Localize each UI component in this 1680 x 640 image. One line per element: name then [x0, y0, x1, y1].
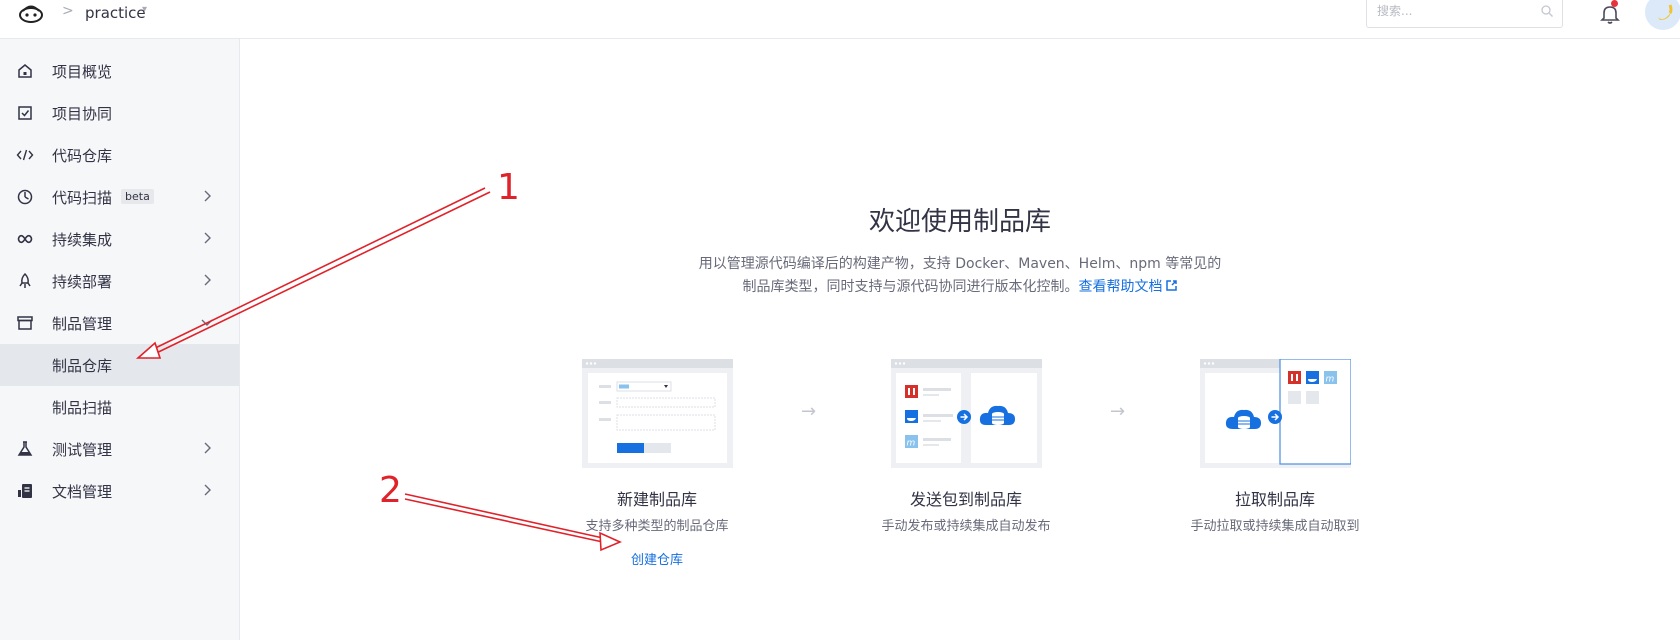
project-name[interactable]: practice — [85, 4, 146, 22]
box-icon — [17, 316, 33, 330]
doc-icon — [18, 484, 32, 498]
step-push-package: m 发送包到制品库 手动发布或持续集成自动发布 — [850, 39, 1082, 640]
sidebar-item-artifacts[interactable]: 制品管理 — [0, 302, 239, 344]
create-repo-illustration — [582, 359, 733, 468]
sidebar-item-label: 持续部署 — [52, 273, 113, 291]
step-description: 手动发布或持续集成自动发布 — [881, 519, 1051, 534]
breadcrumb-separator: > — [62, 3, 74, 19]
step-title: 发送包到制品库 — [909, 490, 1022, 509]
sidebar-item-collaboration[interactable]: 项目协同 — [0, 92, 239, 134]
chevron-right-icon — [204, 442, 211, 454]
annotation-label-1: 1 — [497, 167, 520, 208]
beta-badge: beta — [121, 189, 154, 204]
sidebar-item-docs[interactable]: 文档管理 — [0, 470, 239, 512]
check-square-icon — [18, 106, 32, 120]
sidebar-item-label: 项目协同 — [52, 105, 113, 123]
top-bar: > practice ▾ — [0, 0, 1680, 39]
logo-icon[interactable] — [17, 1, 45, 25]
search-icon[interactable] — [1540, 4, 1554, 18]
sidebar-item-label: 代码仓库 — [52, 147, 113, 165]
avatar[interactable] — [1645, 0, 1680, 30]
sidebar-item-testing[interactable]: 测试管理 — [0, 428, 239, 470]
step-pull-repo: m 拉取制品库 手动拉取或持续集成自动取到 — [1159, 39, 1391, 640]
sidebar-item-label: 持续集成 — [52, 231, 113, 249]
step-title: 新建制品库 — [616, 490, 697, 509]
annotation-label-2: 2 — [379, 470, 402, 511]
sidebar-item-cd[interactable]: 持续部署 — [0, 260, 239, 302]
flask-icon — [17, 441, 33, 456]
chevron-down-icon — [201, 319, 213, 326]
caret-down-icon[interactable]: ▾ — [142, 4, 147, 15]
sidebar-item-label: 制品管理 — [52, 315, 113, 333]
pull-repo-illustration: m — [1200, 359, 1351, 468]
sidebar-item-label: 制品扫描 — [52, 399, 113, 417]
help-doc-link-text: 查看帮助文档 — [1078, 279, 1163, 295]
sidebar-item-overview[interactable]: 项目概览 — [0, 50, 239, 92]
svg-text:m: m — [1326, 375, 1335, 385]
chevron-right-icon — [204, 484, 211, 496]
search-box[interactable] — [1366, 0, 1563, 28]
code-icon — [16, 149, 34, 161]
push-package-illustration: m — [891, 359, 1042, 468]
step-create-repo: 新建制品库 支持多种类型的制品仓库 创建仓库 — [541, 39, 773, 640]
chevron-right-icon — [204, 232, 211, 244]
chevron-right-icon — [204, 190, 211, 202]
scan-icon — [17, 189, 33, 205]
sidebar: 项目概览 项目协同 代码仓库 代码扫描 beta 持续集成 持续部署 制品管理 … — [0, 39, 240, 640]
home-icon — [18, 64, 32, 78]
sidebar-item-code-repo[interactable]: 代码仓库 — [0, 134, 239, 176]
step-title: 拉取制品库 — [1234, 490, 1315, 509]
sidebar-item-label: 代码扫描 — [52, 189, 113, 207]
flow-arrow-icon: → — [1110, 401, 1126, 422]
banana-avatar-icon — [1657, 4, 1673, 20]
sidebar-item-artifact-scan[interactable]: 制品扫描 — [0, 386, 239, 428]
create-repo-link[interactable]: 创建仓库 — [541, 549, 773, 568]
sidebar-item-label: 制品仓库 — [52, 357, 113, 375]
step-description: 支持多种类型的制品仓库 — [585, 519, 729, 534]
rocket-icon — [19, 272, 31, 288]
infinity-icon — [17, 234, 33, 244]
sidebar-item-label: 测试管理 — [52, 441, 113, 459]
sidebar-item-label: 项目概览 — [52, 63, 113, 81]
sidebar-item-code-scan[interactable]: 代码扫描 beta — [0, 176, 239, 218]
sidebar-item-artifact-repo[interactable]: 制品仓库 — [0, 344, 239, 386]
chevron-right-icon — [204, 274, 211, 286]
sidebar-item-label: 文档管理 — [52, 483, 113, 501]
main-content: 欢迎使用制品库 用以管理源代码编译后的构建产物，支持 Docker、Maven、… — [240, 39, 1680, 640]
sidebar-item-ci[interactable]: 持续集成 — [0, 218, 239, 260]
step-description: 手动拉取或持续集成自动取到 — [1190, 519, 1360, 534]
svg-text:m: m — [907, 439, 916, 449]
search-input[interactable] — [1377, 4, 1527, 18]
flow-arrow-icon: → — [801, 401, 817, 422]
notification-dot — [1611, 0, 1618, 7]
bell-icon[interactable] — [1599, 3, 1621, 25]
